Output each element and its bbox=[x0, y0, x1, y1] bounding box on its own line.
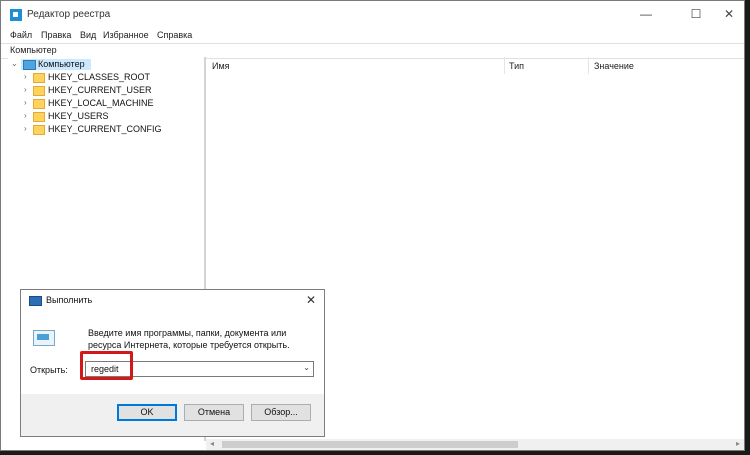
close-button[interactable]: ✕ bbox=[721, 7, 737, 21]
menu-edit[interactable]: Правка bbox=[41, 30, 71, 40]
computer-icon bbox=[23, 60, 36, 70]
column-header-type[interactable]: Тип bbox=[509, 61, 524, 71]
tree-item-label: HKEY_CURRENT_CONFIG bbox=[48, 124, 162, 134]
ok-button[interactable]: OK bbox=[117, 404, 177, 421]
column-header-value[interactable]: Значение bbox=[594, 61, 634, 71]
menu-favorites[interactable]: Избранное bbox=[103, 30, 149, 40]
column-header-name[interactable]: Имя bbox=[212, 61, 230, 71]
address-path: Компьютер bbox=[10, 45, 57, 55]
chevron-right-icon[interactable]: › bbox=[24, 98, 27, 107]
tree-item-label: HKEY_CLASSES_ROOT bbox=[48, 72, 151, 82]
tree-item-hklm[interactable]: › HKEY_LOCAL_MACHINE bbox=[8, 98, 168, 110]
run-icon bbox=[29, 296, 42, 306]
column-divider[interactable] bbox=[504, 57, 505, 74]
column-divider[interactable] bbox=[588, 57, 589, 74]
folder-icon bbox=[33, 86, 45, 96]
menu-help[interactable]: Справка bbox=[157, 30, 192, 40]
run-dialog-title-bar[interactable]: Выполнить ✕ bbox=[21, 290, 324, 312]
registry-editor-icon bbox=[10, 9, 22, 21]
tree-item-hkcr[interactable]: › HKEY_CLASSES_ROOT bbox=[8, 72, 168, 84]
run-dialog-body: Введите имя программы, папки, документа … bbox=[21, 312, 324, 394]
chevron-right-icon[interactable]: › bbox=[24, 85, 27, 94]
menu-bar: Файл Правка Вид Избранное Справка bbox=[1, 29, 744, 44]
tree-item-label: HKEY_USERS bbox=[48, 111, 109, 121]
menu-view[interactable]: Вид bbox=[80, 30, 96, 40]
tree-root-label: Компьютер bbox=[38, 59, 85, 69]
browse-button[interactable]: Обзор... bbox=[251, 404, 311, 421]
scroll-left-icon[interactable]: ◂ bbox=[210, 439, 214, 448]
horizontal-scrollbar[interactable]: ◂ ▸ bbox=[206, 439, 744, 450]
tree-item-label: HKEY_LOCAL_MACHINE bbox=[48, 98, 154, 108]
chevron-right-icon[interactable]: › bbox=[24, 124, 27, 133]
run-dialog: Выполнить ✕ Введите имя программы, папки… bbox=[20, 289, 325, 437]
tree-item-hkcc[interactable]: › HKEY_CURRENT_CONFIG bbox=[8, 124, 168, 136]
cancel-button[interactable]: Отмена bbox=[184, 404, 244, 421]
scroll-right-icon[interactable]: ▸ bbox=[736, 439, 740, 448]
chevron-right-icon[interactable]: › bbox=[24, 72, 27, 81]
tree-item-hku[interactable]: › HKEY_USERS bbox=[8, 111, 168, 123]
run-dialog-close-button[interactable]: ✕ bbox=[306, 293, 316, 307]
minimize-button[interactable]: — bbox=[638, 7, 654, 21]
run-description: Введите имя программы, папки, документа … bbox=[88, 328, 290, 350]
chevron-down-icon[interactable]: ⌄ bbox=[11, 59, 18, 68]
title-bar[interactable]: Редактор реестра — ☐ ✕ bbox=[1, 1, 744, 29]
maximize-button[interactable]: ☐ bbox=[688, 7, 704, 21]
tree-item-hkcu[interactable]: › HKEY_CURRENT_USER bbox=[8, 85, 168, 97]
tree-item-label: HKEY_CURRENT_USER bbox=[48, 85, 152, 95]
tree-root[interactable]: ⌄ Компьютер bbox=[8, 59, 128, 71]
chevron-down-icon[interactable]: ⌄ bbox=[303, 363, 310, 372]
folder-icon bbox=[33, 125, 45, 135]
folder-icon bbox=[33, 73, 45, 83]
folder-icon bbox=[33, 112, 45, 122]
run-program-icon bbox=[33, 330, 55, 346]
folder-icon bbox=[33, 99, 45, 109]
open-label: Открыть: bbox=[30, 365, 68, 375]
menu-file[interactable]: Файл bbox=[10, 30, 32, 40]
scrollbar-thumb[interactable] bbox=[222, 441, 518, 448]
input-highlight-annotation bbox=[80, 351, 133, 380]
window-title: Редактор реестра bbox=[27, 9, 111, 20]
chevron-right-icon[interactable]: › bbox=[24, 111, 27, 120]
run-dialog-title: Выполнить bbox=[46, 295, 93, 305]
